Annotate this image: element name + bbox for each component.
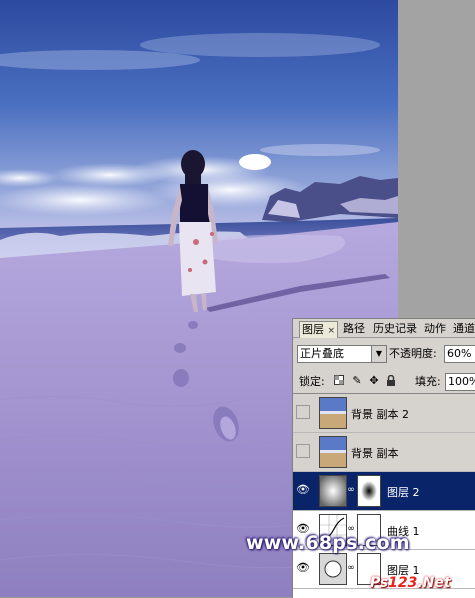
- layer-thumbnail: [319, 553, 347, 585]
- layer-row[interactable]: 背景 副本: [293, 433, 475, 472]
- fill-label: 填充:: [415, 375, 441, 388]
- tab-channels[interactable]: 通道: [453, 321, 475, 337]
- layer-name: 背景 副本: [351, 447, 399, 460]
- layers-list: 背景 副本 2 背景 副本 👁 ∞ 图层 2 👁 ∞ 曲线 1 👁 ∞ 图层 1: [293, 393, 475, 598]
- blend-row: 正片叠底 ▼ 不透明度: 60%: [293, 345, 475, 365]
- tab-history[interactable]: 历史记录: [373, 321, 417, 337]
- layer-thumbnail: [319, 475, 347, 507]
- opacity-input[interactable]: 60%: [444, 345, 475, 363]
- watermark-123: 123: [388, 575, 418, 591]
- fill-input[interactable]: 100%: [445, 373, 475, 391]
- layer-mask-thumbnail: [357, 475, 381, 507]
- tab-layers[interactable]: 图层 ×: [299, 321, 339, 338]
- tab-paths[interactable]: 路径: [343, 321, 365, 337]
- close-icon[interactable]: ×: [328, 326, 336, 336]
- blend-mode-value: 正片叠底: [300, 347, 344, 360]
- opacity-label: 不透明度:: [389, 347, 437, 360]
- lock-icon[interactable]: [385, 374, 397, 387]
- watermark-68ps: www.68ps.com: [246, 532, 410, 554]
- workspace-background: [398, 0, 475, 320]
- watermark-ps: Ps: [370, 575, 389, 591]
- panel-tabs: 图层 × 路径 历史记录 动作 通道: [293, 319, 475, 338]
- layer-thumbnail: [319, 397, 347, 429]
- lock-label: 锁定:: [299, 375, 325, 388]
- layer-name: 背景 副本 2: [351, 408, 409, 421]
- layers-panel: 图层 × 路径 历史记录 动作 通道 正片叠底 ▼ 不透明度: 60% 锁定: …: [292, 318, 475, 598]
- chevron-down-icon[interactable]: ▼: [371, 346, 386, 362]
- brush-icon[interactable]: ✎: [351, 375, 363, 387]
- lock-row: 锁定: ✎ ✥ 填充: 100%: [293, 373, 475, 391]
- layer-thumbnail: [319, 436, 347, 468]
- layer-row-selected[interactable]: 👁 ∞ 图层 2: [293, 472, 475, 511]
- eye-icon[interactable]: 👁: [296, 483, 310, 497]
- tab-layers-label: 图层: [302, 323, 324, 336]
- lock-transparency-icon[interactable]: [333, 375, 345, 387]
- watermark-ps123: Ps123.Net: [370, 575, 451, 591]
- link-icon[interactable]: ∞: [347, 484, 355, 496]
- layer-name: 图层 2: [387, 486, 420, 499]
- move-icon[interactable]: ✥: [368, 375, 380, 387]
- watermark-net: .Net: [417, 575, 451, 591]
- link-icon[interactable]: ∞: [347, 562, 355, 574]
- blend-mode-select[interactable]: 正片叠底 ▼: [297, 345, 387, 363]
- eye-icon[interactable]: 👁: [296, 561, 310, 575]
- visibility-toggle[interactable]: [296, 405, 310, 419]
- tab-actions[interactable]: 动作: [424, 321, 446, 337]
- visibility-toggle[interactable]: [296, 444, 310, 458]
- layer-row[interactable]: 背景 副本 2: [293, 394, 475, 433]
